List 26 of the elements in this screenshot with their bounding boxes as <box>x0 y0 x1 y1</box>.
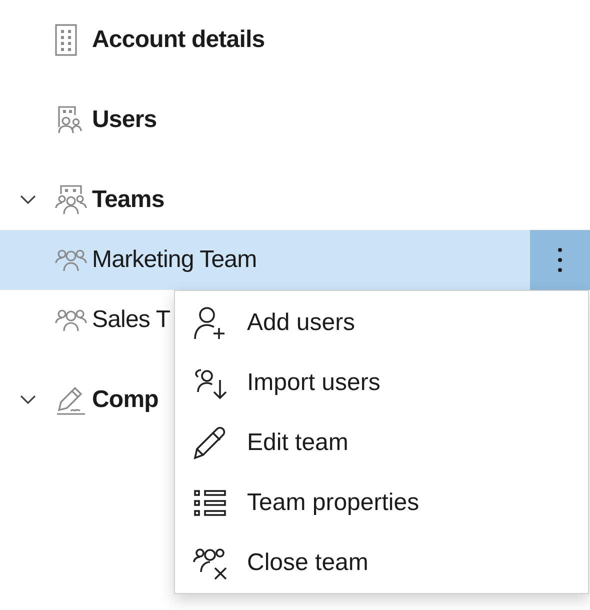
tree-item[interactable]: Teams <box>92 186 164 214</box>
tree-item[interactable]: Users <box>92 106 157 134</box>
tree-item[interactable]: Comp <box>92 386 158 414</box>
tree-item[interactable]: Account details <box>92 26 265 54</box>
building-people-icon <box>55 105 83 135</box>
menu-item[interactable]: Team properties <box>247 489 420 517</box>
chevron-icon[interactable] <box>20 395 36 405</box>
building-people-icon <box>55 184 87 216</box>
menu-item[interactable]: Close team <box>247 549 368 577</box>
people-remove-icon <box>193 546 227 580</box>
pencil-icon <box>193 426 227 460</box>
menu-item[interactable]: Import users <box>247 369 380 397</box>
add-user-icon <box>193 306 227 340</box>
selected-row[interactable]: Marketing Team <box>0 230 590 290</box>
tree-item[interactable]: Marketing Team <box>92 246 257 274</box>
import-users-icon <box>193 366 227 400</box>
signature-pen-icon <box>55 384 87 416</box>
menu-item[interactable]: Add users <box>247 309 356 337</box>
list-icon <box>193 489 227 517</box>
menu-item[interactable]: Edit team <box>247 429 348 457</box>
more-options-icon <box>557 247 563 273</box>
people-group-icon <box>55 308 87 332</box>
building-icon <box>55 24 77 56</box>
chevron-icon[interactable] <box>20 195 36 205</box>
tree-item[interactable]: Sales T <box>92 306 170 334</box>
people-group-icon <box>55 248 87 272</box>
